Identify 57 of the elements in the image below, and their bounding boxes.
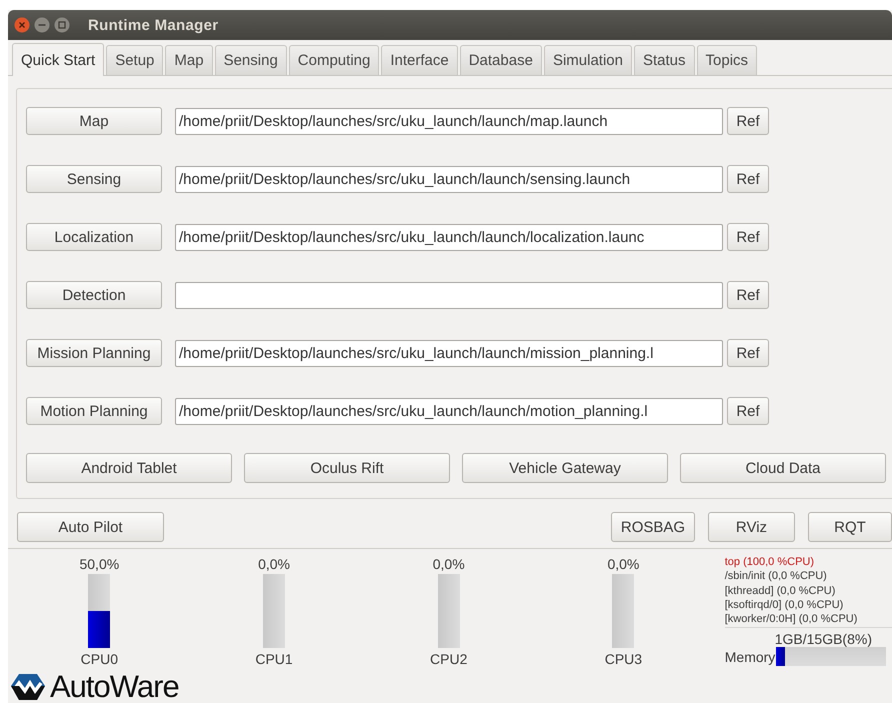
auto-pilot-button[interactable]: Auto Pilot <box>17 512 164 542</box>
launch-button[interactable]: Motion Planning <box>26 397 162 425</box>
cpu-reading: 0,0% <box>258 555 290 573</box>
launch-button[interactable]: Map <box>26 107 162 135</box>
logo-text: AutoWare <box>50 672 179 702</box>
path-field[interactable]: /home/priit/Desktop/launches/src/uku_launch/launch/mission_planning.l <box>175 340 723 366</box>
tab[interactable]: Database <box>460 45 542 75</box>
memory-reading: 1GB/15GB(8%) <box>774 631 873 648</box>
tab[interactable]: Quick Start <box>12 43 104 76</box>
path-field[interactable]: /home/priit/Desktop/launches/src/uku_launch/launch/motion_planning.l <box>175 398 723 424</box>
ref-button[interactable]: Ref <box>727 339 769 367</box>
memory-label: Memory <box>724 648 776 665</box>
close-icon[interactable] <box>14 17 30 33</box>
process-entry: [ksoftirqd/0] (0,0 %CPU) <box>724 598 844 612</box>
ref-button[interactable]: Ref <box>727 107 769 135</box>
path-field[interactable] <box>175 282 723 308</box>
launch-button[interactable]: Localization <box>26 223 162 251</box>
tab[interactable]: Map <box>165 45 213 75</box>
cpu-label: CPU3 <box>604 650 642 668</box>
window-title: Runtime Manager <box>88 16 218 34</box>
cpu-reading: 0,0% <box>607 555 640 573</box>
path-field[interactable]: /home/priit/Desktop/launches/src/uku_launch/launch/map.launch <box>175 108 723 134</box>
process-entry: /sbin/init (0,0 %CPU) <box>724 569 828 584</box>
process-entry: [kthreadd] (0,0 %CPU) <box>724 584 836 598</box>
launch-button[interactable]: Sensing <box>26 165 162 193</box>
tool-button[interactable]: RQT <box>808 512 892 542</box>
tab[interactable]: Topics <box>696 45 758 75</box>
process-entry: top (100,0 %CPU) <box>724 555 816 570</box>
device-button[interactable]: Android Tablet <box>26 453 232 483</box>
cpu-reading: 0,0% <box>432 555 465 573</box>
device-button[interactable]: Cloud Data <box>680 453 886 483</box>
ref-button[interactable]: Ref <box>727 165 769 193</box>
tab[interactable]: Sensing <box>214 45 287 75</box>
tool-button[interactable]: ROSBAG <box>611 512 695 542</box>
ref-button[interactable]: Ref <box>727 223 769 251</box>
cpu-label: CPU0 <box>80 650 118 668</box>
cpu-label: CPU1 <box>255 650 293 668</box>
tab[interactable]: Simulation <box>544 45 632 75</box>
device-button[interactable]: Oculus Rift <box>244 453 450 483</box>
process-entry: [kworker/0:0H] (0,0 %CPU) <box>724 612 858 626</box>
cpu-reading: 50,0% <box>79 555 120 573</box>
tool-button[interactable]: RViz <box>708 512 795 542</box>
launch-button[interactable]: Mission Planning <box>26 339 162 367</box>
tab[interactable]: Status <box>634 45 695 75</box>
cpu-label: CPU2 <box>430 650 468 668</box>
launch-button[interactable]: Detection <box>26 281 162 309</box>
logo-icon <box>10 673 46 701</box>
ref-button[interactable]: Ref <box>727 397 769 425</box>
device-button[interactable]: Vehicle Gateway <box>462 453 668 483</box>
minimize-icon[interactable] <box>34 17 50 33</box>
path-field[interactable]: /home/priit/Desktop/launches/src/uku_launch/launch/localization.launc <box>175 224 723 250</box>
maximize-icon[interactable] <box>54 17 70 33</box>
tab[interactable]: Computing <box>288 45 380 75</box>
path-field[interactable]: /home/priit/Desktop/launches/src/uku_launch/launch/sensing.launch <box>175 166 723 192</box>
ref-button[interactable]: Ref <box>727 281 769 309</box>
tab[interactable]: Setup <box>106 45 164 75</box>
tab[interactable]: Interface <box>381 45 458 75</box>
